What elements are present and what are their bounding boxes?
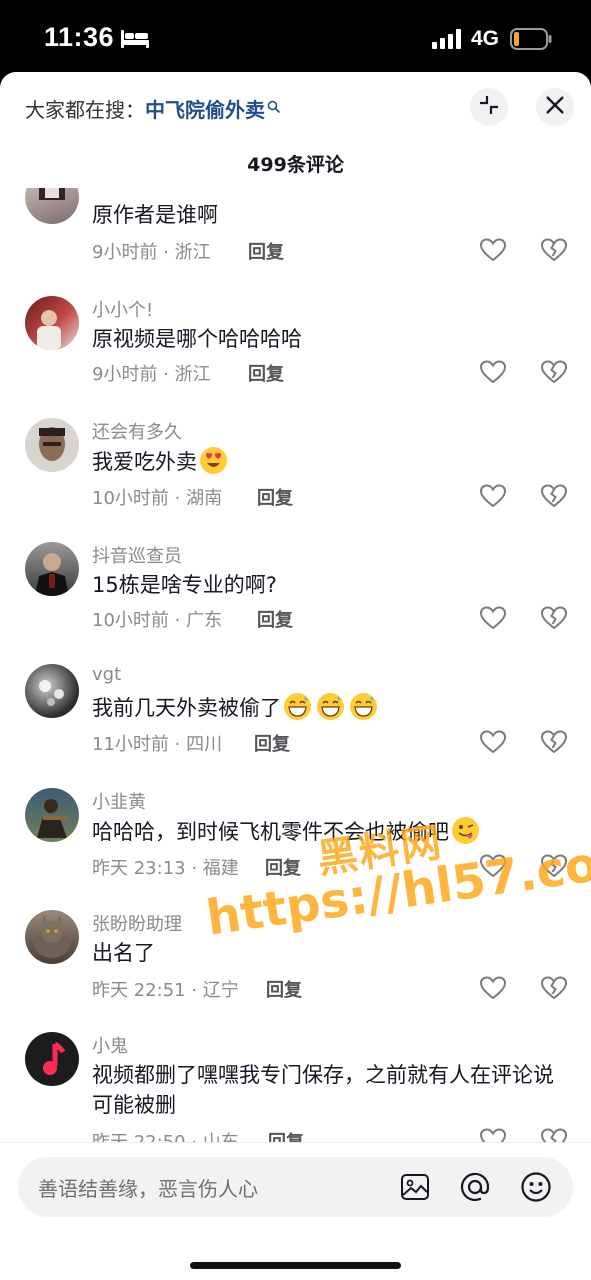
avatar[interactable] <box>25 788 79 842</box>
home-indicator[interactable] <box>190 1262 401 1269</box>
avatar[interactable] <box>25 910 79 964</box>
comment-meta: 昨天 22:50 · 山东 <box>92 1128 239 1142</box>
search-suggestion[interactable]: 大家都在搜：中飞院偷外卖 <box>25 94 281 124</box>
comment-text: 原视频是哪个哈哈哈哈 <box>92 327 302 351</box>
avatar[interactable] <box>25 296 79 350</box>
avatar[interactable] <box>25 418 79 472</box>
comment-meta: 10小时前 · 广东 <box>92 610 223 631</box>
heart-icon[interactable] <box>479 1128 507 1142</box>
comment-text: 15栋是啥专业的啊? <box>92 573 277 597</box>
network-label: 4G <box>471 27 500 50</box>
collapse-icon <box>478 94 500 120</box>
reply-button[interactable]: 回复 <box>248 238 284 264</box>
status-time: 11:36 <box>44 22 115 52</box>
comment-list[interactable]: 原作者是谁啊 9小时前 · 浙江 回复 小小个! 原视频是哪个哈哈哈哈 9小时前… <box>0 188 591 1142</box>
reply-button[interactable]: 回复 <box>257 484 293 510</box>
status-bar: 11:36 4G <box>0 0 591 72</box>
broken-heart-icon[interactable] <box>540 976 568 1004</box>
comment-username[interactable]: 还会有多久 <box>92 418 182 444</box>
comment-text: 视频都删了嘿嘿我专门保存，之前就有人在评论说可能被删 <box>92 1063 554 1117</box>
emoji-icon[interactable] <box>520 1171 552 1207</box>
comment-text-body: 哈哈哈，到时候飞机零件不会也被偷吧 <box>92 820 449 844</box>
heart-icon[interactable] <box>479 360 507 388</box>
broken-heart-icon[interactable] <box>540 854 568 882</box>
broken-heart-icon[interactable] <box>540 360 568 388</box>
comment-meta: 10小时前 · 湖南 <box>92 488 223 509</box>
heart-icon[interactable] <box>479 854 507 882</box>
collapse-button[interactable] <box>470 88 508 126</box>
comment-username[interactable]: 张盼盼助理 <box>92 910 182 936</box>
comment-username[interactable]: vgt <box>92 664 121 685</box>
comment-text: 原作者是谁啊 <box>92 203 218 227</box>
heart-eyes-emoji-icon <box>199 446 228 475</box>
comment-text-body: 我爱吃外卖 <box>92 450 197 474</box>
reply-button[interactable]: 回复 <box>257 606 293 632</box>
comment-username[interactable]: 小韭黄 <box>92 788 146 814</box>
broken-heart-icon[interactable] <box>540 606 568 634</box>
comment-meta: 9小时前 · 浙江 <box>92 364 211 385</box>
reply-button[interactable]: 回复 <box>268 1128 304 1142</box>
reply-button[interactable]: 回复 <box>248 360 284 386</box>
heart-icon[interactable] <box>479 730 507 758</box>
close-button[interactable] <box>536 88 574 126</box>
comment-sheet: 大家都在搜：中飞院偷外卖 499条评论 原作者是谁啊 9小时前 · 浙江 回复 … <box>0 72 591 1280</box>
reply-button[interactable]: 回复 <box>265 854 301 880</box>
grinning-sweat-emoji-icon <box>349 692 378 721</box>
comment-text: 我前几天外卖被偷了 <box>92 692 562 723</box>
avatar[interactable] <box>25 1032 79 1086</box>
comment-text-body: 我前几天外卖被偷了 <box>92 696 281 720</box>
avatar[interactable] <box>25 664 79 718</box>
grinning-sweat-emoji-icon <box>316 692 345 721</box>
at-icon[interactable] <box>459 1171 491 1207</box>
comment-username[interactable]: 小小个! <box>92 296 153 322</box>
signal-icon <box>432 29 464 53</box>
broken-heart-icon[interactable] <box>540 1128 568 1142</box>
comment-text: 我爱吃外卖 <box>92 446 562 477</box>
search-prefix: 大家都在搜： <box>25 98 145 122</box>
avatar[interactable] <box>25 188 79 224</box>
heart-icon[interactable] <box>479 606 507 634</box>
comment-meta: 昨天 22:51 · 辽宁 <box>92 980 239 1001</box>
reply-button[interactable]: 回复 <box>254 730 290 756</box>
avatar[interactable] <box>25 542 79 596</box>
heart-icon[interactable] <box>479 976 507 1004</box>
comment-text: 哈哈哈，到时候飞机零件不会也被偷吧 <box>92 816 562 847</box>
comment-username[interactable]: 小鬼 <box>92 1032 128 1058</box>
heart-icon[interactable] <box>479 484 507 512</box>
comment-username[interactable]: 抖音巡查员 <box>92 542 182 568</box>
comment-meta: 昨天 23:13 · 福建 <box>92 858 239 879</box>
comment-input-bar: 善语结善缘，恶言伤人心 <box>0 1142 591 1280</box>
bed-icon <box>120 28 150 54</box>
comment-meta: 9小时前 · 浙江 <box>92 242 211 263</box>
comment-meta: 11小时前 · 四川 <box>92 734 223 755</box>
search-term-link[interactable]: 中飞院偷外卖 <box>145 98 265 122</box>
grinning-sweat-emoji-icon <box>283 692 312 721</box>
image-icon[interactable] <box>400 1172 430 1206</box>
reply-button[interactable]: 回复 <box>266 976 302 1002</box>
broken-heart-icon[interactable] <box>540 730 568 758</box>
broken-heart-icon[interactable] <box>540 238 568 266</box>
tongue-out-emoji-icon <box>451 816 480 845</box>
heart-icon[interactable] <box>479 238 507 266</box>
comment-count: 499条评论 <box>247 154 344 176</box>
close-icon <box>545 95 565 119</box>
search-icon <box>267 95 281 119</box>
comment-text: 出名了 <box>92 941 155 965</box>
broken-heart-icon[interactable] <box>540 484 568 512</box>
comment-input[interactable]: 善语结善缘，恶言伤人心 <box>18 1157 573 1217</box>
battery-icon <box>510 28 552 54</box>
comment-input-placeholder: 善语结善缘，恶言伤人心 <box>38 1177 258 1201</box>
